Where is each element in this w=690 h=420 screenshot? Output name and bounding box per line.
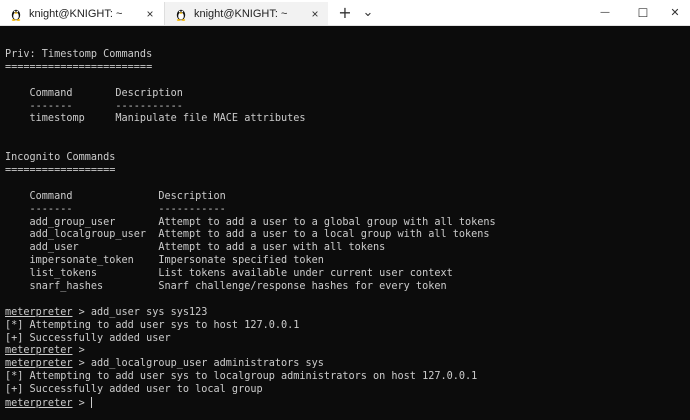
- terminal-line: Priv: Timestomp Commands: [5, 49, 678, 62]
- prompt-line: meterpreter > add_localgroup_user admini…: [5, 358, 678, 371]
- prompt-line: meterpreter > add_user sys sys123: [5, 307, 678, 320]
- text-cursor: [90, 397, 92, 409]
- line-text: >: [72, 398, 91, 410]
- line-text: Incognito Commands: [5, 152, 116, 164]
- prompt-line: meterpreter >: [5, 397, 678, 410]
- line-text: Priv: Timestomp Commands: [5, 49, 153, 60]
- tab-title: knight@KNIGHT: ~: [29, 7, 123, 20]
- line-text: [*] Attempting to add user sys to localg…: [5, 371, 478, 383]
- scrollbar[interactable]: [684, 26, 690, 420]
- tab-close-button[interactable]: ×: [143, 7, 157, 21]
- terminal-line: [*] Attempting to add user sys to host 1…: [5, 320, 678, 333]
- tab-terminal-1[interactable]: knight@KNIGHT: ~ ×: [0, 2, 163, 25]
- prompt-line: meterpreter >: [5, 345, 678, 358]
- line-text: Command Description: [5, 190, 226, 202]
- linux-tux-icon: [9, 7, 23, 21]
- line-text: [*] Attempting to add user sys to host 1…: [5, 319, 300, 331]
- terminal-line: ------- -----------: [5, 101, 678, 114]
- line-text: >: [72, 345, 91, 357]
- terminal-line: Command Description: [5, 191, 678, 204]
- title-bar: knight@KNIGHT: ~ × knight@KNIGHT: ~ × + …: [0, 0, 690, 26]
- terminal-line: ==================: [5, 165, 678, 178]
- new-tab-button[interactable]: +: [334, 0, 356, 25]
- line-text: ------- -----------: [5, 100, 183, 112]
- close-window-button[interactable]: ✕: [660, 0, 690, 25]
- meterpreter-prompt: meterpreter: [5, 358, 73, 370]
- line-text: add_user Attempt to add a user with all …: [5, 242, 386, 254]
- line-text: list_tokens List tokens available under …: [5, 268, 453, 280]
- line-text: ==================: [5, 165, 116, 177]
- line-text: [+] Successfully added user: [5, 332, 171, 344]
- meterpreter-prompt: meterpreter: [5, 345, 73, 357]
- terminal-line: impersonate_token Impersonate specified …: [5, 255, 678, 268]
- terminal-output[interactable]: Priv: Timestomp Commands ================…: [5, 49, 678, 420]
- meterpreter-prompt: meterpreter: [5, 398, 73, 410]
- line-text: ========================: [5, 61, 153, 73]
- linux-tux-icon: [174, 7, 188, 21]
- terminal-line: add_user Attempt to add a user with all …: [5, 242, 678, 255]
- tab-terminal-2[interactable]: knight@KNIGHT: ~ ×: [164, 2, 328, 25]
- terminal-line: Command Description: [5, 88, 678, 101]
- meterpreter-prompt: meterpreter: [5, 306, 73, 318]
- terminal-line: add_group_user Attempt to add a user to …: [5, 217, 678, 230]
- line-text: snarf_hashes Snarf challenge/response ha…: [5, 281, 447, 293]
- line-text: > add_localgroup_user administrators sys: [72, 358, 324, 370]
- line-text: ------- -----------: [5, 203, 226, 215]
- tab-title: knight@KNIGHT: ~: [194, 7, 288, 20]
- line-text: [+] Successfully added user to local gro…: [5, 384, 263, 396]
- line-text: add_localgroup_user Attempt to add a use…: [5, 229, 490, 241]
- tab-dropdown-button[interactable]: ⌄: [358, 0, 378, 25]
- terminal-line: list_tokens List tokens available under …: [5, 268, 678, 281]
- line-text: impersonate_token Impersonate specified …: [5, 255, 324, 267]
- terminal-line: [+] Successfully added user to local gro…: [5, 384, 678, 397]
- terminal-line: add_localgroup_user Attempt to add a use…: [5, 229, 678, 242]
- line-text: > add_user sys sys123: [72, 306, 208, 318]
- line-text: add_group_user Attempt to add a user to …: [5, 216, 496, 228]
- terminal-line: ========================: [5, 62, 678, 75]
- terminal-line: Incognito Commands: [5, 152, 678, 165]
- terminal-line: ------- -----------: [5, 204, 678, 217]
- terminal-line: snarf_hashes Snarf challenge/response ha…: [5, 281, 678, 294]
- minimize-button[interactable]: —: [588, 0, 622, 25]
- maximize-button[interactable]: ☐: [626, 0, 660, 25]
- line-text: timestomp Manipulate file MACE attribute…: [5, 113, 306, 125]
- line-text: Command Description: [5, 87, 183, 99]
- tab-close-button[interactable]: ×: [308, 7, 322, 21]
- terminal-line: [*] Attempting to add user sys to localg…: [5, 371, 678, 384]
- terminal-line: [+] Successfully added user: [5, 333, 678, 346]
- terminal-line: timestomp Manipulate file MACE attribute…: [5, 113, 678, 126]
